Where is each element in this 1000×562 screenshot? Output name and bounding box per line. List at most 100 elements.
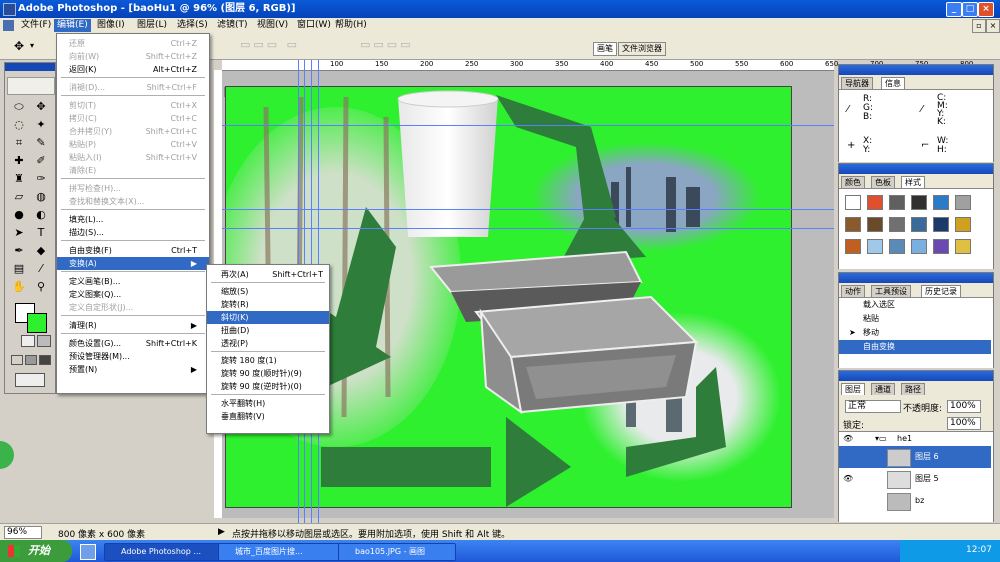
- side-badge[interactable]: [0, 441, 14, 469]
- style-swatch[interactable]: [867, 217, 883, 232]
- tab-info[interactable]: 信息: [881, 77, 905, 89]
- dodge-tool-icon[interactable]: ◐: [33, 207, 49, 223]
- show-desktop-icon[interactable]: [80, 544, 96, 560]
- transform-menu-item[interactable]: 旋转 90 度(逆时针)(0): [207, 380, 329, 393]
- paint-bucket-icon[interactable]: ◍: [33, 189, 49, 205]
- menu-filter[interactable]: 滤镜(T): [214, 19, 251, 32]
- task-browser[interactable]: 城市_百度图片搜...: [218, 543, 346, 561]
- layer-item[interactable]: 👁 图层 5: [839, 468, 991, 490]
- transform-menu-item[interactable]: 水平翻转(H): [207, 397, 329, 410]
- hand-tool-icon[interactable]: ✋: [11, 279, 27, 295]
- history-item-current[interactable]: 自由变换: [839, 340, 991, 354]
- screen-mode-3-icon[interactable]: [39, 355, 51, 365]
- zoom-tool-icon[interactable]: ⚲: [33, 279, 49, 295]
- transform-menu-item[interactable]: 旋转(R): [207, 298, 329, 311]
- style-swatch[interactable]: [911, 239, 927, 254]
- zoom-input[interactable]: 96%: [4, 526, 42, 539]
- minimize-button[interactable]: _: [946, 2, 962, 17]
- transform-menu-item[interactable]: 垂直翻转(V): [207, 410, 329, 423]
- style-swatch[interactable]: [933, 239, 949, 254]
- notes-tool-icon[interactable]: ▤: [11, 261, 27, 277]
- guide-line[interactable]: [222, 209, 834, 210]
- style-swatch[interactable]: [867, 239, 883, 254]
- style-swatch[interactable]: [955, 239, 971, 254]
- layer-item[interactable]: bz: [839, 490, 991, 512]
- adobe-online-button[interactable]: [7, 77, 55, 95]
- transform-menu-item[interactable]: 斜切(K): [207, 311, 329, 324]
- marquee-tool-icon[interactable]: ⬭: [11, 99, 27, 115]
- tab-paths[interactable]: 路径: [901, 383, 925, 395]
- pen-tool-icon[interactable]: ✒: [11, 243, 27, 259]
- style-swatch[interactable]: [911, 195, 927, 210]
- style-swatch[interactable]: [845, 239, 861, 254]
- tab-color[interactable]: 颜色: [841, 176, 865, 188]
- background-color[interactable]: [27, 313, 47, 333]
- menu-help[interactable]: 帮助(H): [332, 19, 370, 32]
- edit-menu-item[interactable]: 预置(N) ▶: [57, 363, 209, 376]
- edit-menu-item[interactable]: 清理(R) ▶: [57, 319, 209, 332]
- edit-menu-item[interactable]: 定义画笔(B)...: [57, 275, 209, 288]
- tab-swatches[interactable]: 色板: [871, 176, 895, 188]
- menu-file[interactable]: 文件(F): [18, 19, 54, 32]
- tab-navigator[interactable]: 导航器: [841, 77, 873, 89]
- task-photoshop[interactable]: Adobe Photoshop ...: [104, 543, 226, 561]
- tab-channels[interactable]: 通道: [871, 383, 895, 395]
- edit-menu-item[interactable]: 填充(L)...: [57, 213, 209, 226]
- maximize-button[interactable]: □: [962, 2, 978, 17]
- move-tool-icon[interactable]: ✥: [14, 39, 24, 53]
- edit-menu-item[interactable]: 返回(K) Alt+Ctrl+Z: [57, 63, 209, 76]
- blend-mode-select[interactable]: 正常: [845, 400, 901, 413]
- slice-tool-icon[interactable]: ✎: [33, 135, 49, 151]
- crop-tool-icon[interactable]: ⌗: [11, 135, 27, 151]
- layer-item-active[interactable]: 图层 6: [839, 446, 991, 468]
- shape-tool-icon[interactable]: ◆: [33, 243, 49, 259]
- style-swatch[interactable]: [889, 217, 905, 232]
- opacity-input[interactable]: 100%: [947, 400, 981, 413]
- tab-file-browser[interactable]: 文件浏览器: [618, 42, 666, 56]
- lasso-tool-icon[interactable]: ◌: [11, 117, 27, 133]
- guide-line[interactable]: [222, 228, 834, 229]
- path-select-icon[interactable]: ➤: [11, 225, 27, 241]
- magic-wand-icon[interactable]: ✦: [33, 117, 49, 133]
- jump-to-imageready-icon[interactable]: [15, 373, 45, 387]
- style-swatch[interactable]: [845, 217, 861, 232]
- quick-mask-icon[interactable]: [37, 335, 51, 347]
- style-swatch[interactable]: [933, 217, 949, 232]
- edit-menu-item[interactable]: 定义图案(Q)...: [57, 288, 209, 301]
- edit-menu-item[interactable]: 描边(S)...: [57, 226, 209, 239]
- move-tool-icon[interactable]: ✥: [33, 99, 49, 115]
- menu-edit[interactable]: 编辑(E): [54, 19, 91, 32]
- tab-actions[interactable]: 动作: [841, 285, 865, 297]
- stamp-tool-icon[interactable]: ♜: [11, 171, 27, 187]
- menu-layer[interactable]: 图层(L): [134, 19, 170, 32]
- style-swatch[interactable]: [955, 217, 971, 232]
- brush-tool-icon[interactable]: ✐: [33, 153, 49, 169]
- edit-menu-item[interactable]: 颜色设置(G)... Shift+Ctrl+K: [57, 337, 209, 350]
- tool-preset-dropdown[interactable]: ▾: [30, 41, 34, 50]
- style-swatch[interactable]: [933, 195, 949, 210]
- guide-line[interactable]: [222, 125, 834, 126]
- tab-layers[interactable]: 图层: [841, 383, 865, 395]
- task-paint[interactable]: bao105.JPG - 画图: [338, 543, 456, 561]
- standard-mode-icon[interactable]: [21, 335, 35, 347]
- edit-menu-item[interactable]: 变换(A) ▶: [57, 257, 209, 270]
- screen-mode-1-icon[interactable]: [11, 355, 23, 365]
- type-tool-icon[interactable]: T: [33, 225, 49, 241]
- transform-menu-item[interactable]: 扭曲(D): [207, 324, 329, 337]
- eyedropper-icon[interactable]: ⁄: [33, 261, 49, 277]
- style-swatch[interactable]: [911, 217, 927, 232]
- history-item[interactable]: 载入选区: [839, 298, 991, 312]
- healing-brush-icon[interactable]: ✚: [11, 153, 27, 169]
- fill-input[interactable]: 100%: [947, 417, 981, 430]
- transform-menu-item[interactable]: 旋转 180 度(1): [207, 354, 329, 367]
- history-item[interactable]: 粘贴: [839, 312, 991, 326]
- close-button[interactable]: ×: [978, 2, 994, 17]
- tab-brush[interactable]: 画笔: [593, 42, 617, 56]
- history-item[interactable]: ➤ 移动: [839, 326, 991, 340]
- doc-restore-button[interactable]: ▫: [972, 19, 986, 33]
- doc-close-button[interactable]: ×: [986, 19, 1000, 33]
- eraser-tool-icon[interactable]: ▱: [11, 189, 27, 205]
- menu-select[interactable]: 选择(S): [174, 19, 211, 32]
- transform-menu-item[interactable]: 旋转 90 度(顺时针)(9): [207, 367, 329, 380]
- tab-styles[interactable]: 样式: [901, 176, 925, 188]
